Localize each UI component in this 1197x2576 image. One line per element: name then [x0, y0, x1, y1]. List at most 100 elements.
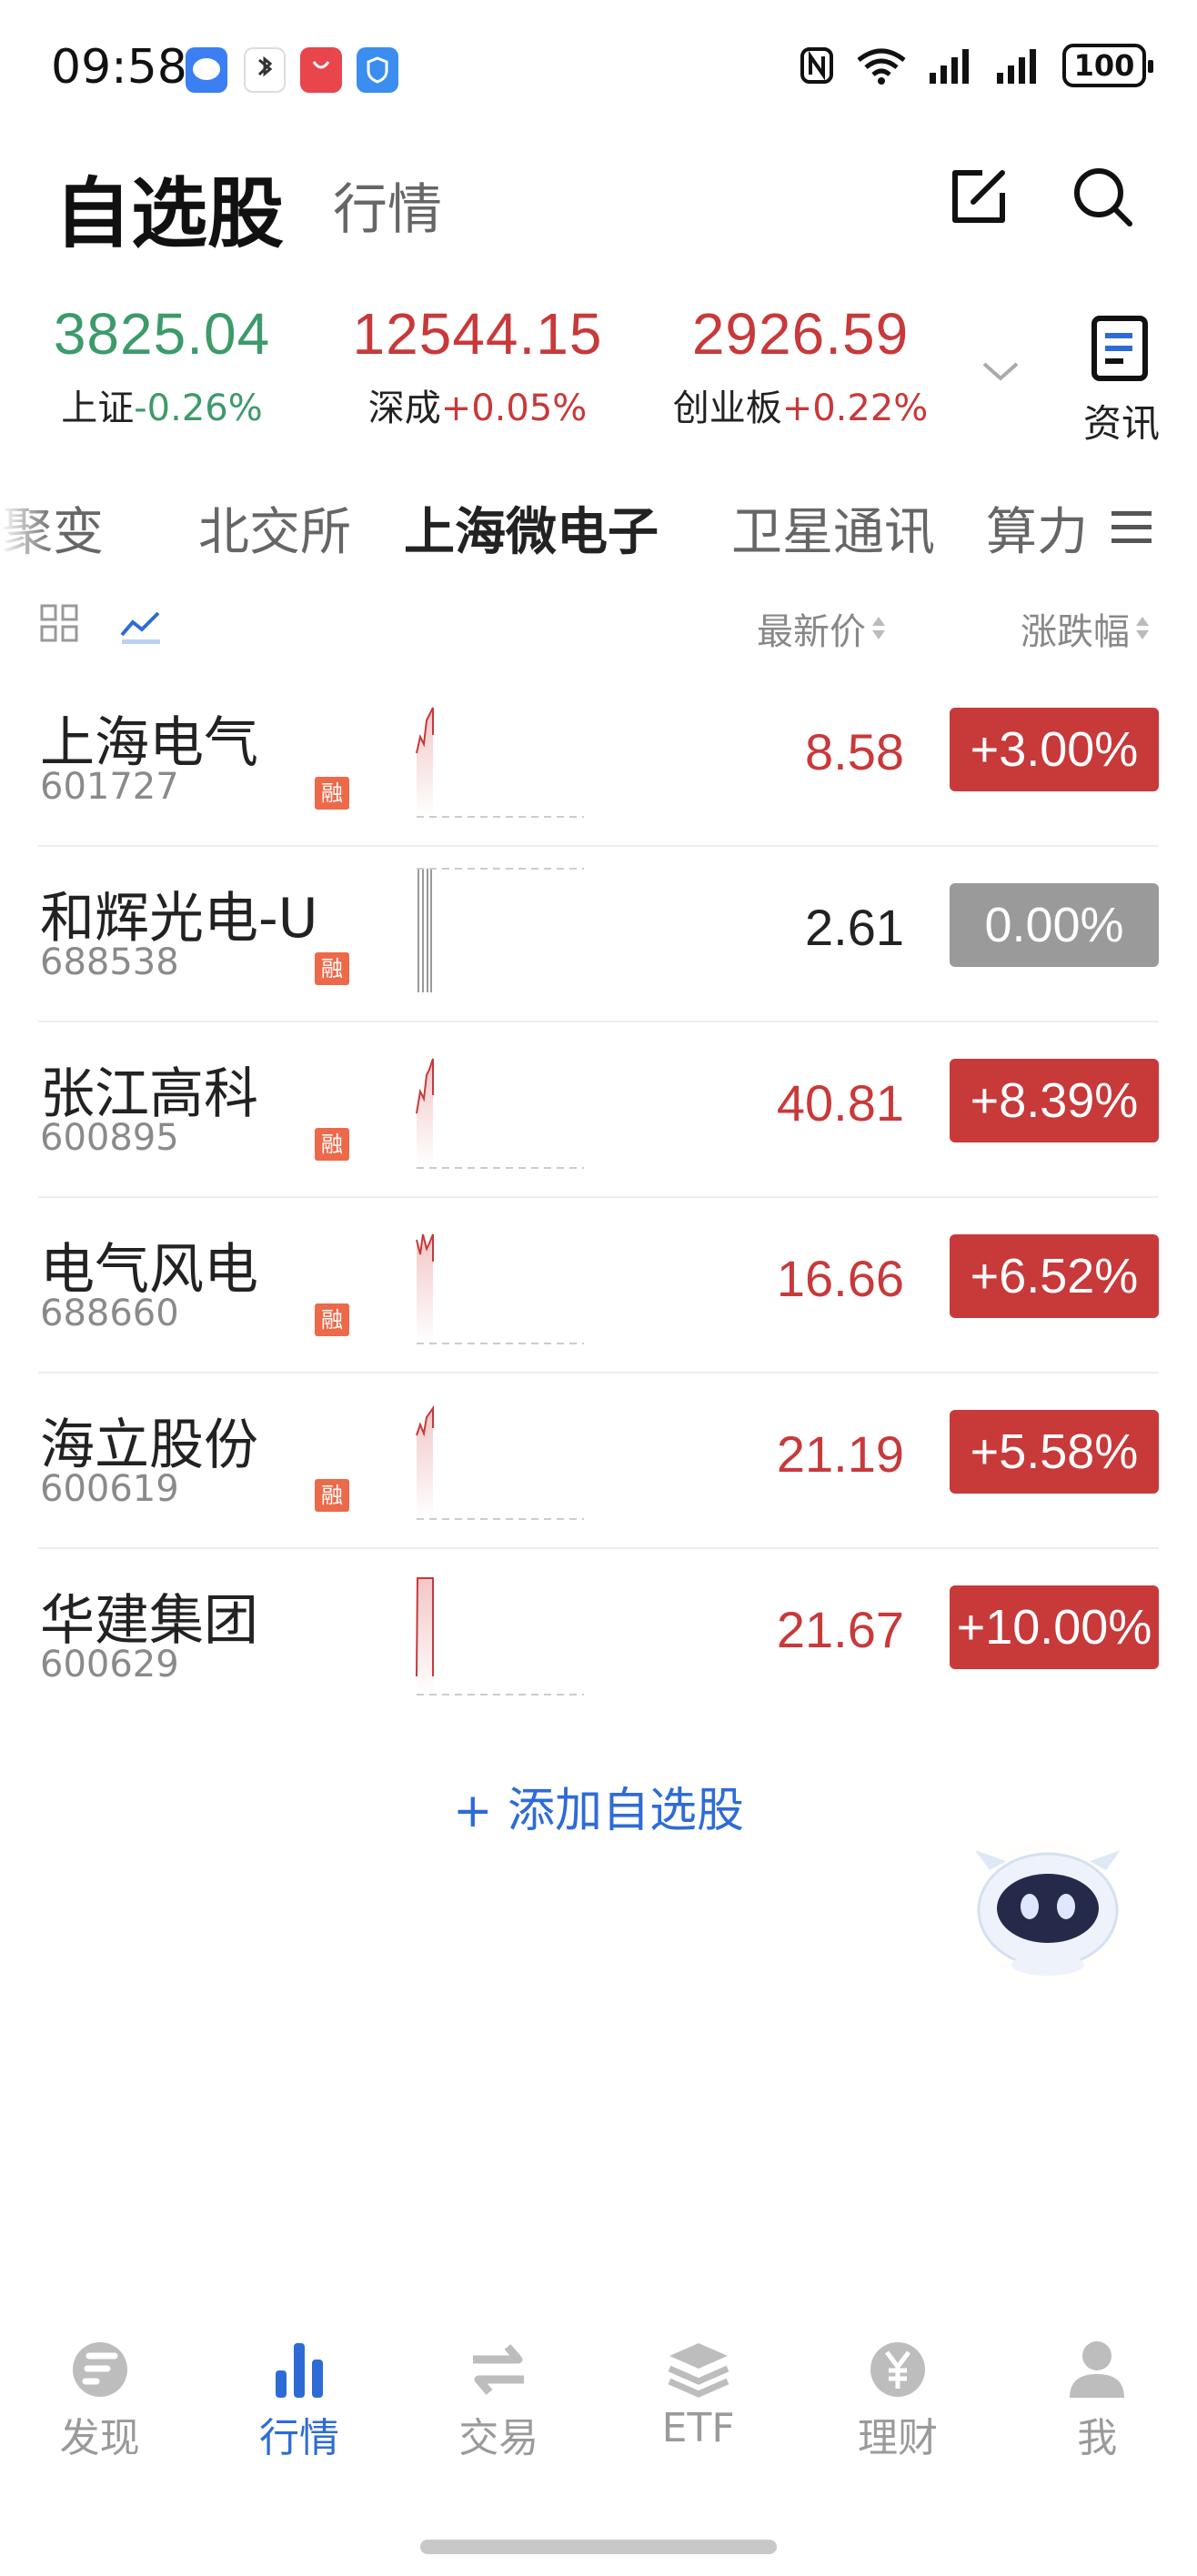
nav-profile[interactable]: 我 [998, 2338, 1197, 2483]
home-indicator[interactable] [420, 2540, 777, 2554]
nav-label: 发现 [59, 2415, 140, 2461]
news-label: 资讯 [1082, 401, 1160, 446]
index-shanghai[interactable]: 3825.04 上证-0.26% [44, 300, 280, 431]
change-column-label: 涨跌幅 [1021, 611, 1130, 653]
price-column-label: 最新价 [757, 611, 866, 653]
nav-label: ETF [661, 2405, 735, 2451]
index-change: +0.22% [781, 387, 929, 429]
change-badge[interactable]: +6.52% [950, 1234, 1159, 1318]
bottom-nav: 发现 行情 交易 ETF 理财 我 [0, 2338, 1197, 2483]
signal-icon [997, 49, 1036, 84]
tab-computing-power[interactable]: 算力 [986, 491, 1088, 565]
chevron-down-icon[interactable] [979, 355, 1022, 387]
search-icon[interactable] [1070, 164, 1135, 229]
tab-shanghai-micro[interactable]: 上海微电子 [404, 491, 659, 565]
profile-icon [1070, 2341, 1125, 2398]
nav-market[interactable]: 行情 [199, 2338, 398, 2483]
stock-price: 40.81 [776, 1074, 904, 1132]
change-badge[interactable]: +5.58% [950, 1410, 1159, 1494]
chart-view-icon[interactable] [118, 602, 160, 645]
nav-trade[interactable]: 交易 [399, 2338, 598, 2483]
intraday-sparkline [417, 868, 584, 992]
margin-badge: 融 [315, 1303, 349, 1336]
market-indices: 3825.04 上证-0.26% 12544.15 深成+0.05% 2926.… [0, 300, 1197, 446]
stock-code: 688660 [40, 1293, 179, 1334]
nfc-icon [800, 47, 833, 84]
price-column-sort[interactable]: 最新价 [757, 602, 886, 655]
grid-view-icon[interactable] [38, 602, 80, 644]
change-badge[interactable]: +10.00% [950, 1585, 1159, 1669]
watchlist: 上海电气 601727 融 8.58 +3.00% 和辉光电-U 688538 … [0, 671, 1197, 1725]
list-column-header: 最新价 涨跌幅 [0, 591, 1197, 655]
nav-discover[interactable]: 发现 [0, 2338, 199, 2483]
intraday-sparkline [416, 707, 584, 818]
table-row[interactable]: 和辉光电-U 688538 融 2.61 0.00% [38, 847, 1159, 1022]
index-name: 上证 [61, 387, 135, 429]
bluetooth-notification-icon [244, 47, 286, 93]
stock-code: 600629 [40, 1644, 179, 1685]
nav-label: 交易 [458, 2415, 539, 2461]
wifi-icon [857, 48, 906, 85]
market-chart-icon [275, 2343, 323, 2398]
stock-price: 2.61 [805, 899, 904, 956]
news-icon [1091, 316, 1148, 381]
app-gallery-icon [300, 47, 342, 93]
table-row[interactable]: 华建集团 600629 21.67 +10.00% [38, 1549, 1159, 1725]
change-badge[interactable]: +3.00% [950, 708, 1159, 791]
stock-price: 16.66 [776, 1250, 904, 1307]
index-chinext[interactable]: 2926.59 创业板+0.22% [664, 300, 937, 431]
index-name: 创业板 [672, 387, 782, 429]
nav-wealth[interactable]: 理财 [798, 2338, 997, 2483]
table-row[interactable]: 电气风电 688660 融 16.66 +6.52% [38, 1198, 1159, 1374]
nav-label: 行情 [258, 2415, 339, 2461]
stock-code: 600895 [40, 1117, 179, 1159]
stock-price: 8.58 [805, 723, 904, 780]
margin-badge: 融 [315, 1128, 349, 1161]
sort-icon [1135, 615, 1150, 642]
tab-beijing-exchange[interactable]: 北交所 [198, 491, 351, 565]
tab-satellite-comm[interactable]: 卫星通讯 [731, 491, 935, 565]
index-name: 深成 [367, 387, 441, 429]
index-value: 12544.15 [352, 301, 603, 367]
intraday-sparkline [416, 1058, 584, 1169]
system-status-icons: 100 [799, 44, 1153, 87]
stock-code: 601727 [40, 766, 179, 808]
assistant-bot-icon[interactable] [948, 1819, 1148, 2001]
signal-icon [930, 49, 969, 84]
margin-badge: 融 [315, 1479, 349, 1512]
header: 自选股 行情 [0, 136, 1197, 264]
change-badge[interactable]: 0.00% [950, 883, 1159, 967]
battery-indicator: 100 [1062, 44, 1153, 87]
nav-label: 理财 [857, 2415, 938, 2461]
change-column-sort[interactable]: 涨跌幅 [1021, 602, 1150, 655]
table-row[interactable]: 海立股份 600619 融 21.19 +5.58% [38, 1374, 1159, 1549]
sort-icon [871, 615, 886, 642]
stock-price: 21.19 [776, 1425, 904, 1483]
tab-market[interactable]: 行情 [333, 166, 442, 245]
stock-code: 600619 [40, 1468, 179, 1510]
edit-icon[interactable] [946, 164, 1011, 229]
table-row[interactable]: 张江高科 600895 融 40.81 +8.39% [38, 1022, 1159, 1198]
intraday-sparkline [416, 1577, 584, 1696]
index-value: 2926.59 [691, 301, 910, 367]
etf-layers-icon [668, 2343, 729, 2398]
margin-badge: 融 [315, 777, 349, 810]
category-tabs: 聚变 北交所 上海微电子 卫星通讯 算力 [0, 482, 1197, 573]
wealth-yuan-icon [870, 2342, 925, 2397]
security-shield-icon [357, 47, 398, 93]
nav-label: 我 [1077, 2415, 1118, 2461]
trade-arrows-icon [473, 2344, 525, 2395]
index-change: +0.05% [440, 387, 588, 429]
status-time: 09:58 [51, 40, 187, 95]
index-shenzhen[interactable]: 12544.15 深成+0.05% [346, 300, 609, 431]
change-badge[interactable]: +8.39% [950, 1059, 1159, 1142]
intraday-sparkline [416, 1233, 584, 1344]
tabs-fade [0, 482, 55, 573]
nav-etf[interactable]: ETF [598, 2338, 798, 2483]
table-row[interactable]: 上海电气 601727 融 8.58 +3.00% [38, 671, 1159, 847]
news-button[interactable]: 资讯 [1071, 313, 1172, 448]
page-title[interactable]: 自选股 [55, 153, 284, 263]
intraday-sparkline [416, 1404, 584, 1520]
messages-icon [186, 47, 227, 93]
menu-icon[interactable] [1108, 508, 1155, 548]
